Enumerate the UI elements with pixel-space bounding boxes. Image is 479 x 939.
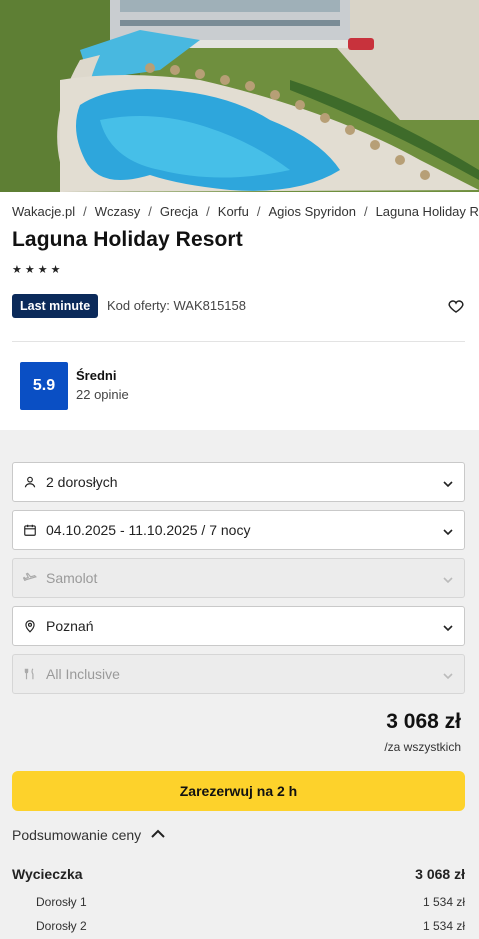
breadcrumb-item[interactable]: Agios Spyridon (268, 204, 355, 219)
summary-adult-row: Dorosły 2 1 534 zł (36, 919, 465, 933)
breadcrumb-item[interactable]: Grecja (160, 204, 198, 219)
departure-select[interactable]: Poznań (12, 606, 465, 646)
chevron-up-icon (151, 826, 165, 844)
breadcrumb-separator: / (148, 204, 152, 219)
rating-label: Średni (76, 368, 117, 383)
star-icon: ★ (12, 264, 22, 276)
dates-select[interactable]: 04.10.2025 - 11.10.2025 / 7 nocy (12, 510, 465, 550)
breadcrumb-separator: / (363, 204, 368, 219)
cutlery-icon (22, 666, 38, 682)
breadcrumb: Wakacje.pl / Wczasy / Grecja / Korfu / Agios Spy… (12, 204, 479, 219)
person-icon (22, 474, 38, 490)
chevron-down-icon (442, 669, 454, 681)
board-value: All Inclusive (46, 666, 120, 682)
dates-value: 04.10.2025 - 11.10.2025 / 7 nocy (46, 522, 251, 538)
transport-value: Samolot (46, 570, 98, 586)
summary-adult-price: 1 534 zł (422, 895, 465, 909)
rating-score[interactable]: 5.9 (20, 362, 68, 410)
breadcrumb-item[interactable]: Wczasy (95, 204, 141, 219)
breadcrumb-separator: / (256, 204, 261, 219)
reviews-count[interactable]: 22 opinie (76, 387, 129, 402)
chevron-down-icon (442, 525, 454, 537)
summary-adult-price: 1 534 zł (422, 919, 465, 933)
location-pin-icon (22, 618, 38, 634)
board-select: All Inclusive (12, 654, 465, 694)
hotel-photo[interactable] (0, 0, 479, 192)
breadcrumb-separator: / (83, 204, 87, 219)
total-price: 3 068 zł (386, 710, 461, 733)
breadcrumb-item[interactable]: Wakacje.pl (12, 204, 75, 219)
departure-value: Poznań (46, 618, 94, 634)
breadcrumb-item: Laguna Holiday Resort (375, 204, 479, 219)
summary-adult-label: Dorosły 1 (36, 895, 87, 909)
hotel-header: Wakacje.pl / Wczasy / Grecja / Korfu / Agios Spy… (0, 192, 479, 430)
star-icon: ★ (50, 264, 61, 276)
summary-trip-row: Wycieczka 3 068 zł (12, 866, 465, 882)
breadcrumb-separator: / (206, 204, 210, 219)
book-button[interactable]: Zarezerwuj na 2 h (12, 771, 465, 811)
booking-panel: 2 dorosłych 04.10.2025 - 11.10.2025 / 7 … (0, 430, 479, 939)
chevron-down-icon (442, 621, 454, 633)
transport-select: Samolot (12, 558, 465, 598)
summary-adult-row: Dorosły 1 1 534 zł (36, 895, 465, 909)
hotel-title: Laguna Holiday Resort (12, 228, 243, 251)
summary-trip-price: 3 068 zł (415, 866, 465, 882)
travelers-select[interactable]: 2 dorosłych (12, 462, 465, 502)
summary-trip-label: Wycieczka (12, 866, 83, 882)
plane-icon (22, 570, 38, 586)
favorite-heart-icon[interactable] (447, 297, 465, 315)
travelers-value: 2 dorosłych (46, 474, 118, 490)
price-summary-label: Podsumowanie ceny (12, 827, 142, 843)
hotel-stars: ★ ★ ★ ★ (12, 265, 61, 276)
price-summary-toggle[interactable]: Podsumowanie ceny (12, 826, 165, 844)
breadcrumb-item[interactable]: Korfu (218, 204, 249, 219)
divider (12, 341, 465, 342)
chevron-down-icon (442, 573, 454, 585)
price-note: /za wszystkich (384, 740, 461, 754)
calendar-icon (22, 522, 38, 538)
summary-adult-label: Dorosły 2 (36, 919, 87, 933)
chevron-down-icon (442, 477, 454, 489)
star-icon: ★ (24, 264, 35, 276)
star-icon: ★ (37, 264, 48, 276)
offer-code: Kod oferty: WAK815158 (107, 298, 246, 313)
last-minute-badge: Last minute (12, 294, 99, 318)
